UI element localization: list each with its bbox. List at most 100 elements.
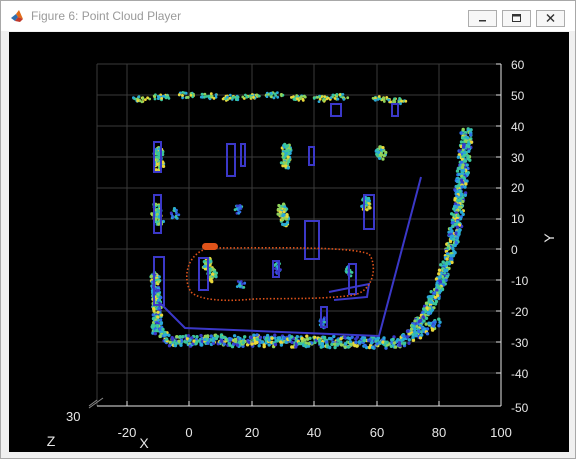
point-cluster <box>385 96 389 99</box>
point-cluster <box>302 94 306 98</box>
x-tick-label: 0 <box>185 425 192 440</box>
point-cluster <box>152 94 156 98</box>
point-cluster <box>328 345 332 350</box>
minimize-button[interactable] <box>468 10 497 27</box>
point-cluster <box>151 313 155 317</box>
point-cluster <box>158 334 162 339</box>
point-cluster <box>433 295 438 299</box>
point-cluster <box>177 93 181 97</box>
point-cluster <box>283 207 287 212</box>
point-cluster <box>238 282 242 286</box>
point-cluster <box>401 337 405 341</box>
point-cluster <box>450 234 455 238</box>
point-cluster <box>300 95 303 99</box>
point-cluster <box>355 344 359 348</box>
point-cluster <box>409 327 414 332</box>
point-cluster <box>241 341 245 345</box>
point-cluster <box>269 91 273 95</box>
y-tick-label: 20 <box>511 181 525 195</box>
point-cluster <box>242 286 246 289</box>
point-cluster <box>283 205 287 209</box>
point-cluster <box>206 334 210 338</box>
point-cluster <box>367 199 371 203</box>
point-cluster <box>205 95 209 98</box>
point-cluster <box>250 342 254 346</box>
point-cluster <box>225 95 229 99</box>
close-button[interactable] <box>536 10 565 27</box>
point-cluster <box>243 281 247 285</box>
y-axis-label: Y <box>541 233 557 243</box>
point-cluster <box>252 95 256 99</box>
point-cluster <box>276 95 280 99</box>
point-cluster <box>284 164 288 168</box>
point-cluster <box>206 341 210 345</box>
point-cluster <box>430 328 435 332</box>
figure-canvas[interactable]: 60 50 40 30 20 10 0 -10 -20 -30 -40 -50 … <box>9 32 569 452</box>
point-cluster <box>262 344 266 349</box>
point-cluster <box>277 203 281 208</box>
point-cluster <box>234 98 238 101</box>
point-cluster <box>189 93 193 97</box>
point-cluster <box>368 206 372 210</box>
maximize-button[interactable] <box>502 10 531 27</box>
point-cluster <box>282 336 287 340</box>
point-cluster <box>279 161 283 165</box>
point-cluster <box>402 334 406 338</box>
point-cluster <box>341 93 345 96</box>
point-cluster <box>210 280 214 284</box>
point-cluster <box>339 343 344 347</box>
title-bar[interactable]: Figure 6: Point Cloud Player <box>1 1 575 31</box>
point-cluster <box>438 320 442 324</box>
point-cluster <box>177 339 181 343</box>
z-tick-label: 30 <box>66 409 80 424</box>
point-cluster <box>381 146 385 150</box>
point-cluster <box>422 319 426 323</box>
point-cluster <box>173 207 177 210</box>
point-cluster <box>228 96 232 100</box>
point-cluster <box>199 333 203 338</box>
point-cluster <box>414 334 418 338</box>
point-cluster <box>447 262 452 266</box>
point-cluster <box>152 306 156 311</box>
point-cluster <box>382 96 385 100</box>
point-cluster <box>290 340 294 345</box>
point-cluster <box>264 336 268 341</box>
point-cluster <box>284 340 288 344</box>
maximize-icon <box>512 14 521 22</box>
point-cluster <box>456 184 460 188</box>
point-cluster <box>421 315 425 319</box>
point-cluster <box>167 344 172 348</box>
point-cluster <box>157 222 161 226</box>
point-cluster <box>464 182 468 186</box>
point-cluster <box>155 155 159 159</box>
point-cluster <box>140 100 144 104</box>
y-tick-label: 60 <box>511 58 525 72</box>
point-cluster <box>329 96 333 99</box>
point-cluster <box>382 154 386 158</box>
point-cluster <box>460 165 465 170</box>
point-cluster <box>378 156 382 160</box>
point-cluster <box>425 332 430 336</box>
point-cluster <box>402 342 406 346</box>
point-cluster <box>272 96 276 100</box>
point-cluster <box>159 318 163 322</box>
point-cloud-axes[interactable]: 60 50 40 30 20 10 0 -10 -20 -30 -40 -50 … <box>9 32 569 452</box>
y-tick-label: -10 <box>511 274 529 288</box>
point-cluster <box>451 246 455 251</box>
point-cluster <box>389 100 392 104</box>
point-cluster <box>413 330 417 334</box>
point-cluster <box>322 318 326 322</box>
point-cluster <box>375 153 379 157</box>
point-cluster <box>156 310 160 314</box>
point-cluster <box>429 300 434 304</box>
point-cluster <box>169 211 173 215</box>
point-cluster <box>357 340 362 344</box>
point-cluster <box>437 268 442 272</box>
point-cluster <box>419 318 423 323</box>
point-cluster <box>465 163 469 167</box>
point-cluster <box>203 92 207 96</box>
point-cluster <box>336 97 340 101</box>
point-cluster <box>163 333 167 337</box>
point-cluster <box>274 267 277 270</box>
point-cluster <box>211 272 215 276</box>
